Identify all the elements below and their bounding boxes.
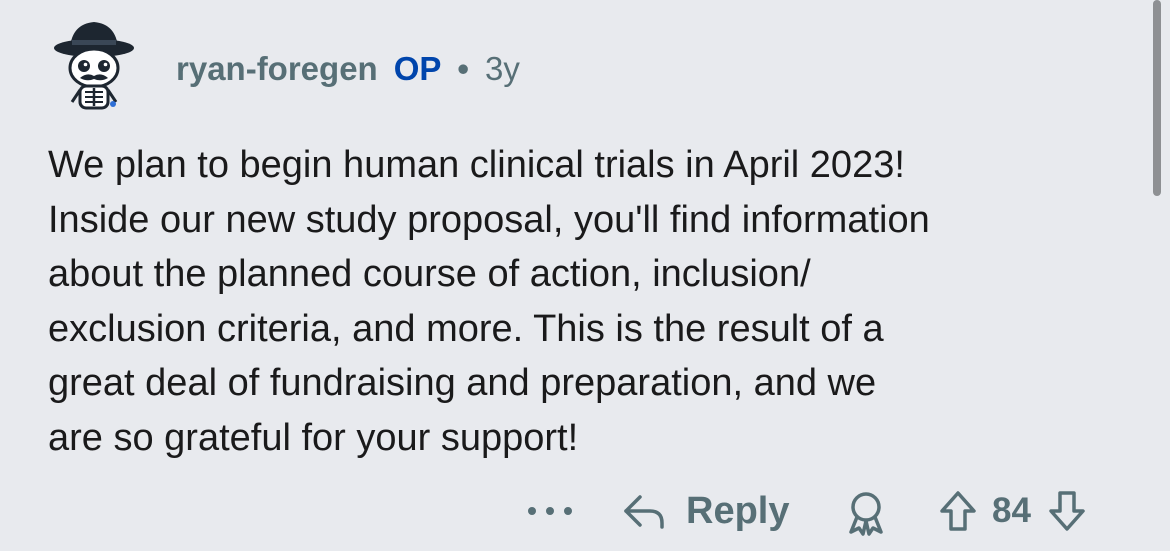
comment-age: 3y [484, 50, 520, 87]
vote-count: 84 [992, 491, 1031, 530]
downvote-arrow-icon[interactable] [1047, 489, 1087, 533]
avatar-image [54, 22, 134, 110]
op-badge: OP [393, 50, 442, 87]
upvote-arrow-icon[interactable] [938, 489, 978, 533]
reply-arrow-icon [624, 495, 664, 529]
award-icon [849, 492, 883, 536]
avatar[interactable] [46, 18, 142, 114]
comment-header: ryan-foregen OP • 3y [176, 48, 520, 90]
award-button[interactable] [842, 490, 890, 536]
vote-controls: 84 [938, 488, 1087, 534]
author-username[interactable]: ryan-foregen [176, 48, 378, 90]
comment: ryan-foregen OP • 3y We plan to begin hu… [0, 0, 1170, 551]
comment-body: We plan to begin human clinical trials i… [48, 144, 930, 459]
separator-dot: • [457, 50, 469, 87]
scrollbar[interactable] [1153, 0, 1161, 196]
more-options-button[interactable] [528, 500, 572, 522]
comment-actions: Reply 84 [0, 482, 1170, 540]
reply-label: Reply [686, 489, 790, 532]
ellipsis-icon [528, 507, 536, 515]
reply-button[interactable]: Reply [620, 488, 789, 534]
